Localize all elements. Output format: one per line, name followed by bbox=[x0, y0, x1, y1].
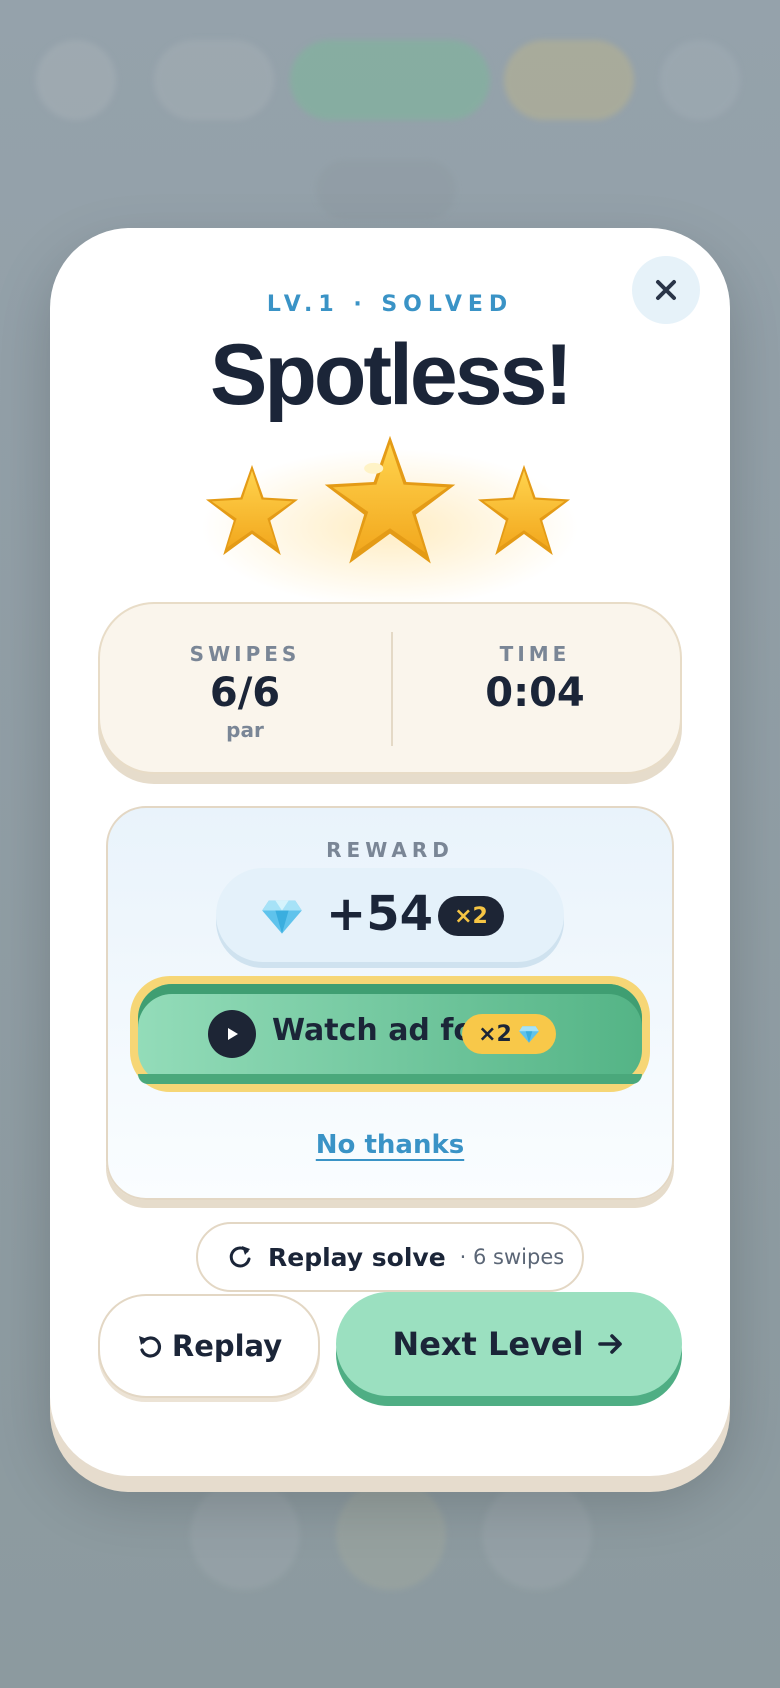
bg-bottom-button-2 bbox=[336, 1480, 446, 1590]
undo-icon bbox=[138, 1336, 161, 1358]
modal-title: Spotless! bbox=[209, 327, 573, 423]
next-level-button[interactable]: Next Level bbox=[336, 1292, 682, 1396]
ad-multiplier-badge: ×2 bbox=[462, 1014, 556, 1054]
swipes-par-label: par bbox=[226, 718, 264, 742]
swipes-stat: SWIPES 6/6 par bbox=[100, 604, 390, 772]
replay-button[interactable]: Replay bbox=[98, 1294, 320, 1398]
time-stat: TIME 0:04 bbox=[390, 604, 680, 772]
replay-label: Replay bbox=[171, 1329, 283, 1363]
bg-level-label bbox=[316, 160, 456, 220]
bg-bottom-button-1 bbox=[190, 1480, 300, 1590]
star-icon-center bbox=[324, 435, 456, 564]
swipes-label: SWIPES bbox=[189, 642, 301, 666]
play-icon bbox=[208, 1010, 256, 1058]
watch-ad-button-face: Watch ad for ×2 bbox=[138, 984, 642, 1084]
watch-ad-label: Watch ad for bbox=[272, 1013, 489, 1048]
bg-bottom-button-3 bbox=[482, 1480, 592, 1590]
level-complete-modal: LV.1 · SOLVED Spotless! SWIPES 6/6 par T… bbox=[50, 228, 730, 1476]
level-status-label: LV.1 · SOLVED bbox=[266, 292, 514, 317]
bg-top-pill-gold bbox=[504, 40, 634, 120]
time-value: 0:04 bbox=[485, 670, 585, 716]
swipes-value: 6/6 bbox=[209, 670, 281, 716]
ad-multiplier-text: ×2 bbox=[478, 1021, 512, 1047]
no-thanks-link[interactable]: No thanks bbox=[108, 1130, 672, 1160]
arrow-right-icon bbox=[597, 1334, 622, 1354]
bg-top-button bbox=[36, 40, 116, 120]
diamond-icon bbox=[262, 900, 302, 934]
next-level-label: Next Level bbox=[392, 1325, 584, 1363]
bg-top-pill bbox=[154, 40, 274, 120]
star-icon bbox=[205, 464, 299, 556]
reward-card: REWARD +54 ×2 Watch ad for ×2 No thanks bbox=[106, 806, 674, 1200]
replay-solve-label: Replay solve bbox=[268, 1242, 446, 1272]
reward-label: REWARD bbox=[326, 838, 454, 862]
reward-amount-pill: +54 ×2 bbox=[216, 868, 564, 962]
refresh-icon bbox=[229, 1246, 251, 1268]
replay-solve-button[interactable]: Replay solve · 6 swipes bbox=[196, 1222, 584, 1292]
bg-top-pill-green bbox=[290, 40, 490, 120]
diamond-icon bbox=[518, 1026, 539, 1043]
replay-solve-meta: · 6 swipes bbox=[459, 1245, 565, 1269]
star-rating bbox=[50, 428, 730, 608]
star-icon bbox=[477, 464, 571, 556]
watch-ad-button[interactable]: Watch ad for ×2 bbox=[130, 976, 650, 1092]
stats-panel: SWIPES 6/6 par TIME 0:04 bbox=[98, 602, 682, 774]
time-label: TIME bbox=[499, 642, 571, 666]
bg-top-circle bbox=[660, 40, 740, 120]
multiplier-badge: ×2 bbox=[438, 896, 504, 936]
reward-amount: +54 bbox=[326, 886, 434, 942]
